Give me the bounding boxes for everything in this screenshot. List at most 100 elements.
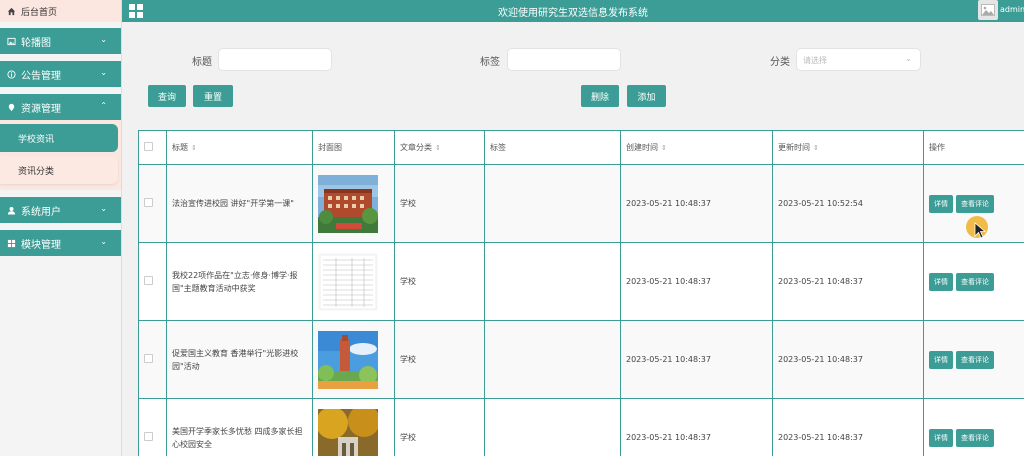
row-category: 学校 xyxy=(394,320,485,399)
row-updated: 2023-05-21 10:48:37 xyxy=(772,242,924,321)
sidebar-item-school-news[interactable]: 学校资讯 xyxy=(0,124,118,152)
column-header-category[interactable]: 文章分类 ⇕ xyxy=(394,130,485,165)
sort-icon[interactable]: ⇕ xyxy=(661,144,667,152)
query-button[interactable]: 查询 xyxy=(148,85,186,107)
row-title: 法治宣传进校园 讲好"开学第一课" xyxy=(166,164,313,243)
sidebar-submenu: 学校资讯 资讯分类 xyxy=(0,120,121,190)
row-title: 美国开学季家长多忧愁 四成多家长担心校园安全 xyxy=(166,398,313,456)
menu-toggle-icon[interactable] xyxy=(129,4,143,18)
avatar[interactable] xyxy=(978,0,998,20)
username[interactable]: admin xyxy=(1000,5,1024,14)
tag-filter-input[interactable] xyxy=(507,48,621,71)
sidebar-item-carousel[interactable]: 轮播图 ⌄ xyxy=(0,28,121,54)
info-icon xyxy=(6,69,16,79)
sidebar-item-home[interactable]: 后台首页 xyxy=(0,0,121,22)
column-header-label: 标题 xyxy=(172,143,188,152)
filter-bar: 标题 标签 分类 请选择 ⌄ xyxy=(122,48,1024,72)
sidebar-item-notice[interactable]: 公告管理 ⌄ xyxy=(0,61,121,87)
sidebar-item-label: 模块管理 xyxy=(21,239,61,251)
sort-icon[interactable]: ⇕ xyxy=(435,144,441,152)
row-cover xyxy=(312,242,395,321)
chevron-down-icon: ⌄ xyxy=(100,237,107,246)
page-title: 欢迎使用研究生双选信息发布系统 xyxy=(498,7,648,19)
title-filter-label: 标题 xyxy=(192,57,212,68)
detail-button[interactable]: 详情 xyxy=(929,272,953,291)
sort-icon[interactable]: ⇕ xyxy=(813,144,819,152)
row-category: 学校 xyxy=(394,398,485,456)
column-header-label: 封面图 xyxy=(318,143,342,152)
select-all-cell[interactable] xyxy=(138,130,167,165)
add-button[interactable]: 添加 xyxy=(627,85,666,107)
row-cover xyxy=(312,398,395,456)
row-checkbox[interactable] xyxy=(144,432,153,441)
sidebar-item-label: 轮播图 xyxy=(21,37,51,49)
sidebar-item-resources[interactable]: 资源管理 ⌃ xyxy=(0,94,121,120)
view-comments-button[interactable]: 查看评论 xyxy=(956,194,994,213)
cover-image xyxy=(318,174,378,233)
image-icon xyxy=(981,4,995,16)
row-actions: 详情 查看评论 xyxy=(923,320,1024,399)
row-tag xyxy=(484,320,621,399)
column-header-title[interactable]: 标题 ⇕ xyxy=(166,130,313,165)
sidebar-item-label: 学校资讯 xyxy=(18,134,55,145)
title-filter-input[interactable] xyxy=(218,48,332,71)
column-header-label: 操作 xyxy=(929,143,945,152)
tag-filter-label: 标签 xyxy=(480,57,500,68)
row-checkbox[interactable] xyxy=(144,198,153,207)
row-tag xyxy=(484,164,621,243)
row-checkbox[interactable] xyxy=(144,276,153,285)
row-select-cell[interactable] xyxy=(138,242,167,321)
table-row: 法治宣传进校园 讲好"开学第一课" 学校 2023-05-21 10:48:37… xyxy=(138,164,1024,243)
chevron-down-icon: ⌄ xyxy=(905,54,912,63)
cover-image xyxy=(318,252,378,311)
sidebar: 后台首页 轮播图 ⌄ 公告管理 ⌄ 资源管理 ⌃ 学校资讯 资讯分类 系统用户 … xyxy=(0,0,122,456)
sidebar-item-label: 资源管理 xyxy=(21,103,61,115)
main-content: 标题 标签 分类 请选择 ⌄ 查询 重置 删除 添加 标题 ⇕ 封面图 文章分类 ⇕… xyxy=(122,22,1024,456)
row-tag xyxy=(484,398,621,456)
grid-icon xyxy=(6,238,16,248)
column-header-label: 标签 xyxy=(490,143,506,152)
table-header-row: 标题 ⇕ 封面图 文章分类 ⇕ 标签 创建时间 ⇕ 更新时间 ⇕ 操作 xyxy=(138,130,1024,165)
row-category: 学校 xyxy=(394,164,485,243)
sort-icon[interactable]: ⇕ xyxy=(191,144,197,152)
view-comments-button[interactable]: 查看评论 xyxy=(956,350,994,369)
column-header-label: 文章分类 xyxy=(400,143,432,152)
column-header-label: 创建时间 xyxy=(626,143,658,152)
view-comments-button[interactable]: 查看评论 xyxy=(956,428,994,447)
row-category: 学校 xyxy=(394,242,485,321)
sidebar-item-system-users[interactable]: 系统用户 ⌄ xyxy=(0,197,121,223)
detail-button[interactable]: 详情 xyxy=(929,428,953,447)
column-header-created[interactable]: 创建时间 ⇕ xyxy=(620,130,773,165)
column-header-cover: 封面图 xyxy=(312,130,395,165)
detail-button[interactable]: 详情 xyxy=(929,350,953,369)
cover-image xyxy=(318,330,378,389)
delete-button[interactable]: 删除 xyxy=(581,85,619,107)
row-checkbox[interactable] xyxy=(144,354,153,363)
row-updated: 2023-05-21 10:48:37 xyxy=(772,320,924,399)
row-updated: 2023-05-21 10:48:37 xyxy=(772,398,924,456)
row-select-cell[interactable] xyxy=(138,320,167,399)
row-created: 2023-05-21 10:48:37 xyxy=(620,164,773,243)
column-header-tag: 标签 xyxy=(484,130,621,165)
column-header-updated[interactable]: 更新时间 ⇕ xyxy=(772,130,924,165)
row-select-cell[interactable] xyxy=(138,164,167,243)
sidebar-item-label: 公告管理 xyxy=(21,70,61,82)
column-header-actions: 操作 xyxy=(923,130,1024,165)
row-cover xyxy=(312,164,395,243)
reset-button[interactable]: 重置 xyxy=(193,85,233,107)
chevron-down-icon: ⌄ xyxy=(100,68,107,77)
category-select-placeholder: 请选择 xyxy=(803,56,827,65)
sidebar-item-modules[interactable]: 模块管理 ⌄ xyxy=(0,230,121,256)
select-all-checkbox[interactable] xyxy=(144,142,153,151)
sidebar-item-label: 后台首页 xyxy=(21,7,58,18)
cover-image xyxy=(318,408,378,456)
sidebar-item-news-category[interactable]: 资讯分类 xyxy=(0,156,118,184)
view-comments-button[interactable]: 查看评论 xyxy=(956,272,994,291)
chevron-down-icon: ⌄ xyxy=(100,204,107,213)
detail-button[interactable]: 详情 xyxy=(929,194,953,213)
category-select[interactable]: 请选择 ⌄ xyxy=(796,48,921,71)
picture-icon xyxy=(6,36,16,46)
table-row: 我校22项作品在"立志·修身·博学·报国"主题教育活动中获奖 学校 2023-0… xyxy=(138,242,1024,321)
sidebar-item-label: 系统用户 xyxy=(21,206,61,218)
row-select-cell[interactable] xyxy=(138,398,167,456)
